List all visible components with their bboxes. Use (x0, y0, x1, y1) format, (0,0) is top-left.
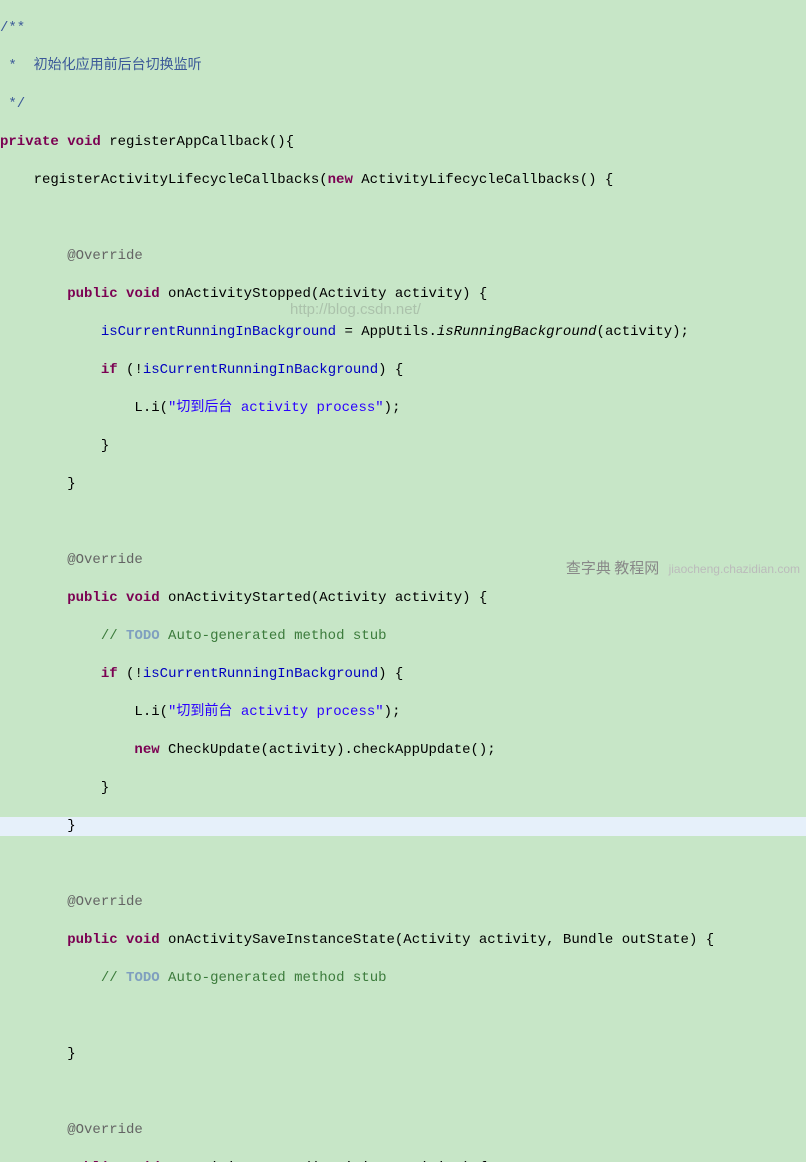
brace: } (67, 818, 75, 834)
method-sig: onActivitySaveInstanceState(Activity act… (160, 932, 715, 948)
if-cond: (! (118, 666, 143, 682)
call: registerActivityLifecycleCallbacks( (0, 172, 328, 188)
string-literal: "切到前台 activity process" (168, 704, 384, 720)
method-name: registerAppCallback(){ (109, 134, 294, 150)
kw-void: void (67, 134, 101, 150)
field-ref: isCurrentRunningInBackground (143, 362, 378, 378)
string-literal: "切到后台 activity process" (168, 400, 384, 416)
kw-void: void (126, 932, 160, 948)
field-ref: isCurrentRunningInBackground (143, 666, 378, 682)
kw-public: public (67, 1160, 117, 1162)
brace: } (101, 438, 109, 454)
comment: // (101, 628, 126, 644)
footer-label: 教程网 (614, 560, 659, 577)
brace: } (67, 1046, 75, 1062)
kw-void: void (126, 590, 160, 606)
comment: Auto-generated method stub (160, 628, 387, 644)
footer-watermark: 查字典 教程网 jiaocheng.chazidian.com (566, 559, 800, 579)
kw-if: if (101, 362, 118, 378)
brace: } (67, 476, 75, 492)
method-sig: onActivityStarted(Activity activity) { (160, 590, 488, 606)
field-ref: isCurrentRunningInBackground (101, 324, 336, 340)
code-block: /** * 初始化应用前后台切换监听 */ private void regis… (0, 0, 806, 1162)
annotation: @Override (67, 894, 143, 910)
static-call: isRunningBackground (437, 324, 597, 340)
kw-new: new (328, 172, 353, 188)
comment: // (101, 970, 126, 986)
annotation: @Override (67, 248, 143, 264)
annotation: @Override (67, 1122, 143, 1138)
call: CheckUpdate(activity).checkAppUpdate(); (160, 742, 496, 758)
javadoc-line: * 初始化应用前后台切换监听 (0, 58, 202, 74)
if-close: ) { (378, 362, 403, 378)
assign-end: (activity); (597, 324, 689, 340)
brace: } (101, 780, 109, 796)
method-sig: onActivityResumed(Activity activity) { (160, 1160, 488, 1162)
assign: = AppUtils. (336, 324, 437, 340)
if-close: ) { (378, 666, 403, 682)
kw-void: void (126, 1160, 160, 1162)
class-ref: ActivityLifecycleCallbacks() { (353, 172, 613, 188)
log: L.i( (134, 704, 168, 720)
kw-public: public (67, 590, 117, 606)
javadoc-line: /** (0, 20, 25, 36)
kw-new: new (134, 742, 159, 758)
javadoc-line: */ (0, 96, 25, 112)
footer-cn: 查字典 (566, 560, 611, 577)
kw-void: void (126, 286, 160, 302)
log: L.i( (134, 400, 168, 416)
todo: TODO (126, 628, 160, 644)
log-end: ); (384, 400, 401, 416)
kw-if: if (101, 666, 118, 682)
todo: TODO (126, 970, 160, 986)
annotation: @Override (67, 552, 143, 568)
if-cond: (! (118, 362, 143, 378)
method-sig: onActivityStopped(Activity activity) { (160, 286, 488, 302)
footer-url: jiaocheng.chazidian.com (669, 562, 800, 576)
kw-public: public (67, 286, 117, 302)
comment: Auto-generated method stub (160, 970, 387, 986)
kw-public: public (67, 932, 117, 948)
log-end: ); (384, 704, 401, 720)
kw-private: private (0, 134, 59, 150)
